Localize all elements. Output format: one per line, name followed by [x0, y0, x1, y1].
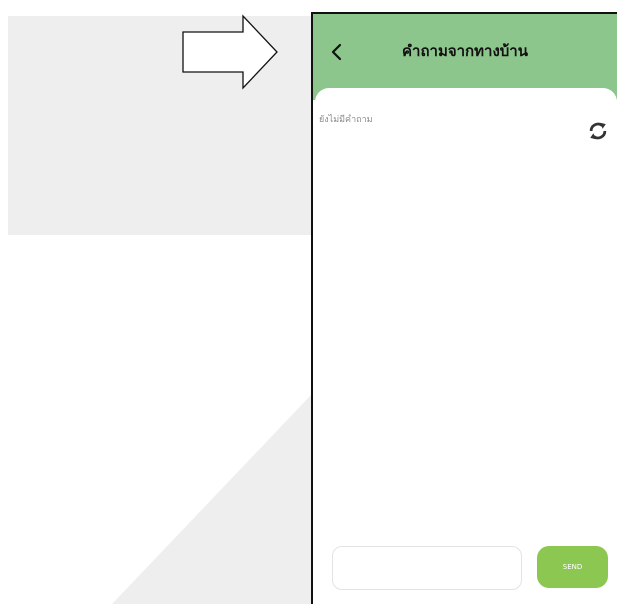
empty-state-message: ยังไม่มีคำถาม — [319, 115, 373, 125]
screenshot-canvas: คำถามจากทางบ้าน ยังไม่มีคำถาม SEND — [0, 0, 617, 604]
content-panel: ยังไม่มีคำถาม SEND — [315, 88, 617, 604]
chevron-left-icon[interactable] — [325, 40, 349, 64]
refresh-icon[interactable] — [587, 120, 609, 142]
page-title: คำถามจากทางบ้าน — [402, 42, 528, 60]
send-button[interactable]: SEND — [537, 546, 608, 588]
phone-screen: คำถามจากทางบ้าน ยังไม่มีคำถาม SEND — [311, 12, 617, 604]
right-arrow-outline-icon — [182, 14, 278, 90]
question-input[interactable] — [332, 546, 522, 590]
